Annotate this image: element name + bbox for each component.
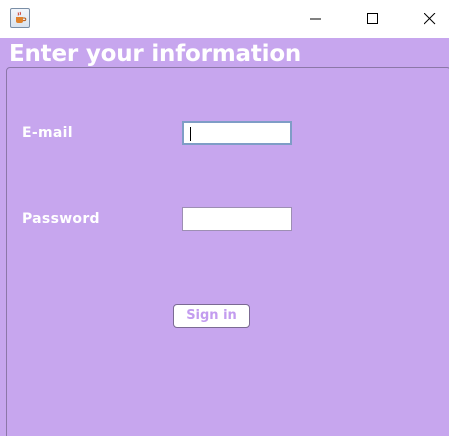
title-bar[interactable]	[0, 0, 449, 38]
minimize-button[interactable]	[293, 0, 339, 38]
page-title: Enter your information	[9, 41, 302, 67]
maximize-icon	[367, 13, 378, 24]
password-field[interactable]	[182, 207, 292, 231]
email-field[interactable]	[182, 121, 292, 145]
sign-in-button[interactable]: Sign in	[173, 304, 250, 328]
minimize-icon	[310, 18, 321, 20]
text-caret	[190, 127, 191, 141]
login-panel: E-mail Password Sign in	[6, 67, 449, 436]
close-button[interactable]	[407, 0, 449, 38]
maximize-button[interactable]	[350, 0, 396, 38]
password-label: Password	[22, 211, 100, 227]
app-window: Enter your information E-mail Password S…	[0, 0, 449, 436]
content-area: Enter your information E-mail Password S…	[0, 38, 449, 436]
java-coffee-icon[interactable]	[10, 8, 30, 28]
close-icon	[424, 13, 436, 25]
email-label: E-mail	[22, 125, 73, 141]
